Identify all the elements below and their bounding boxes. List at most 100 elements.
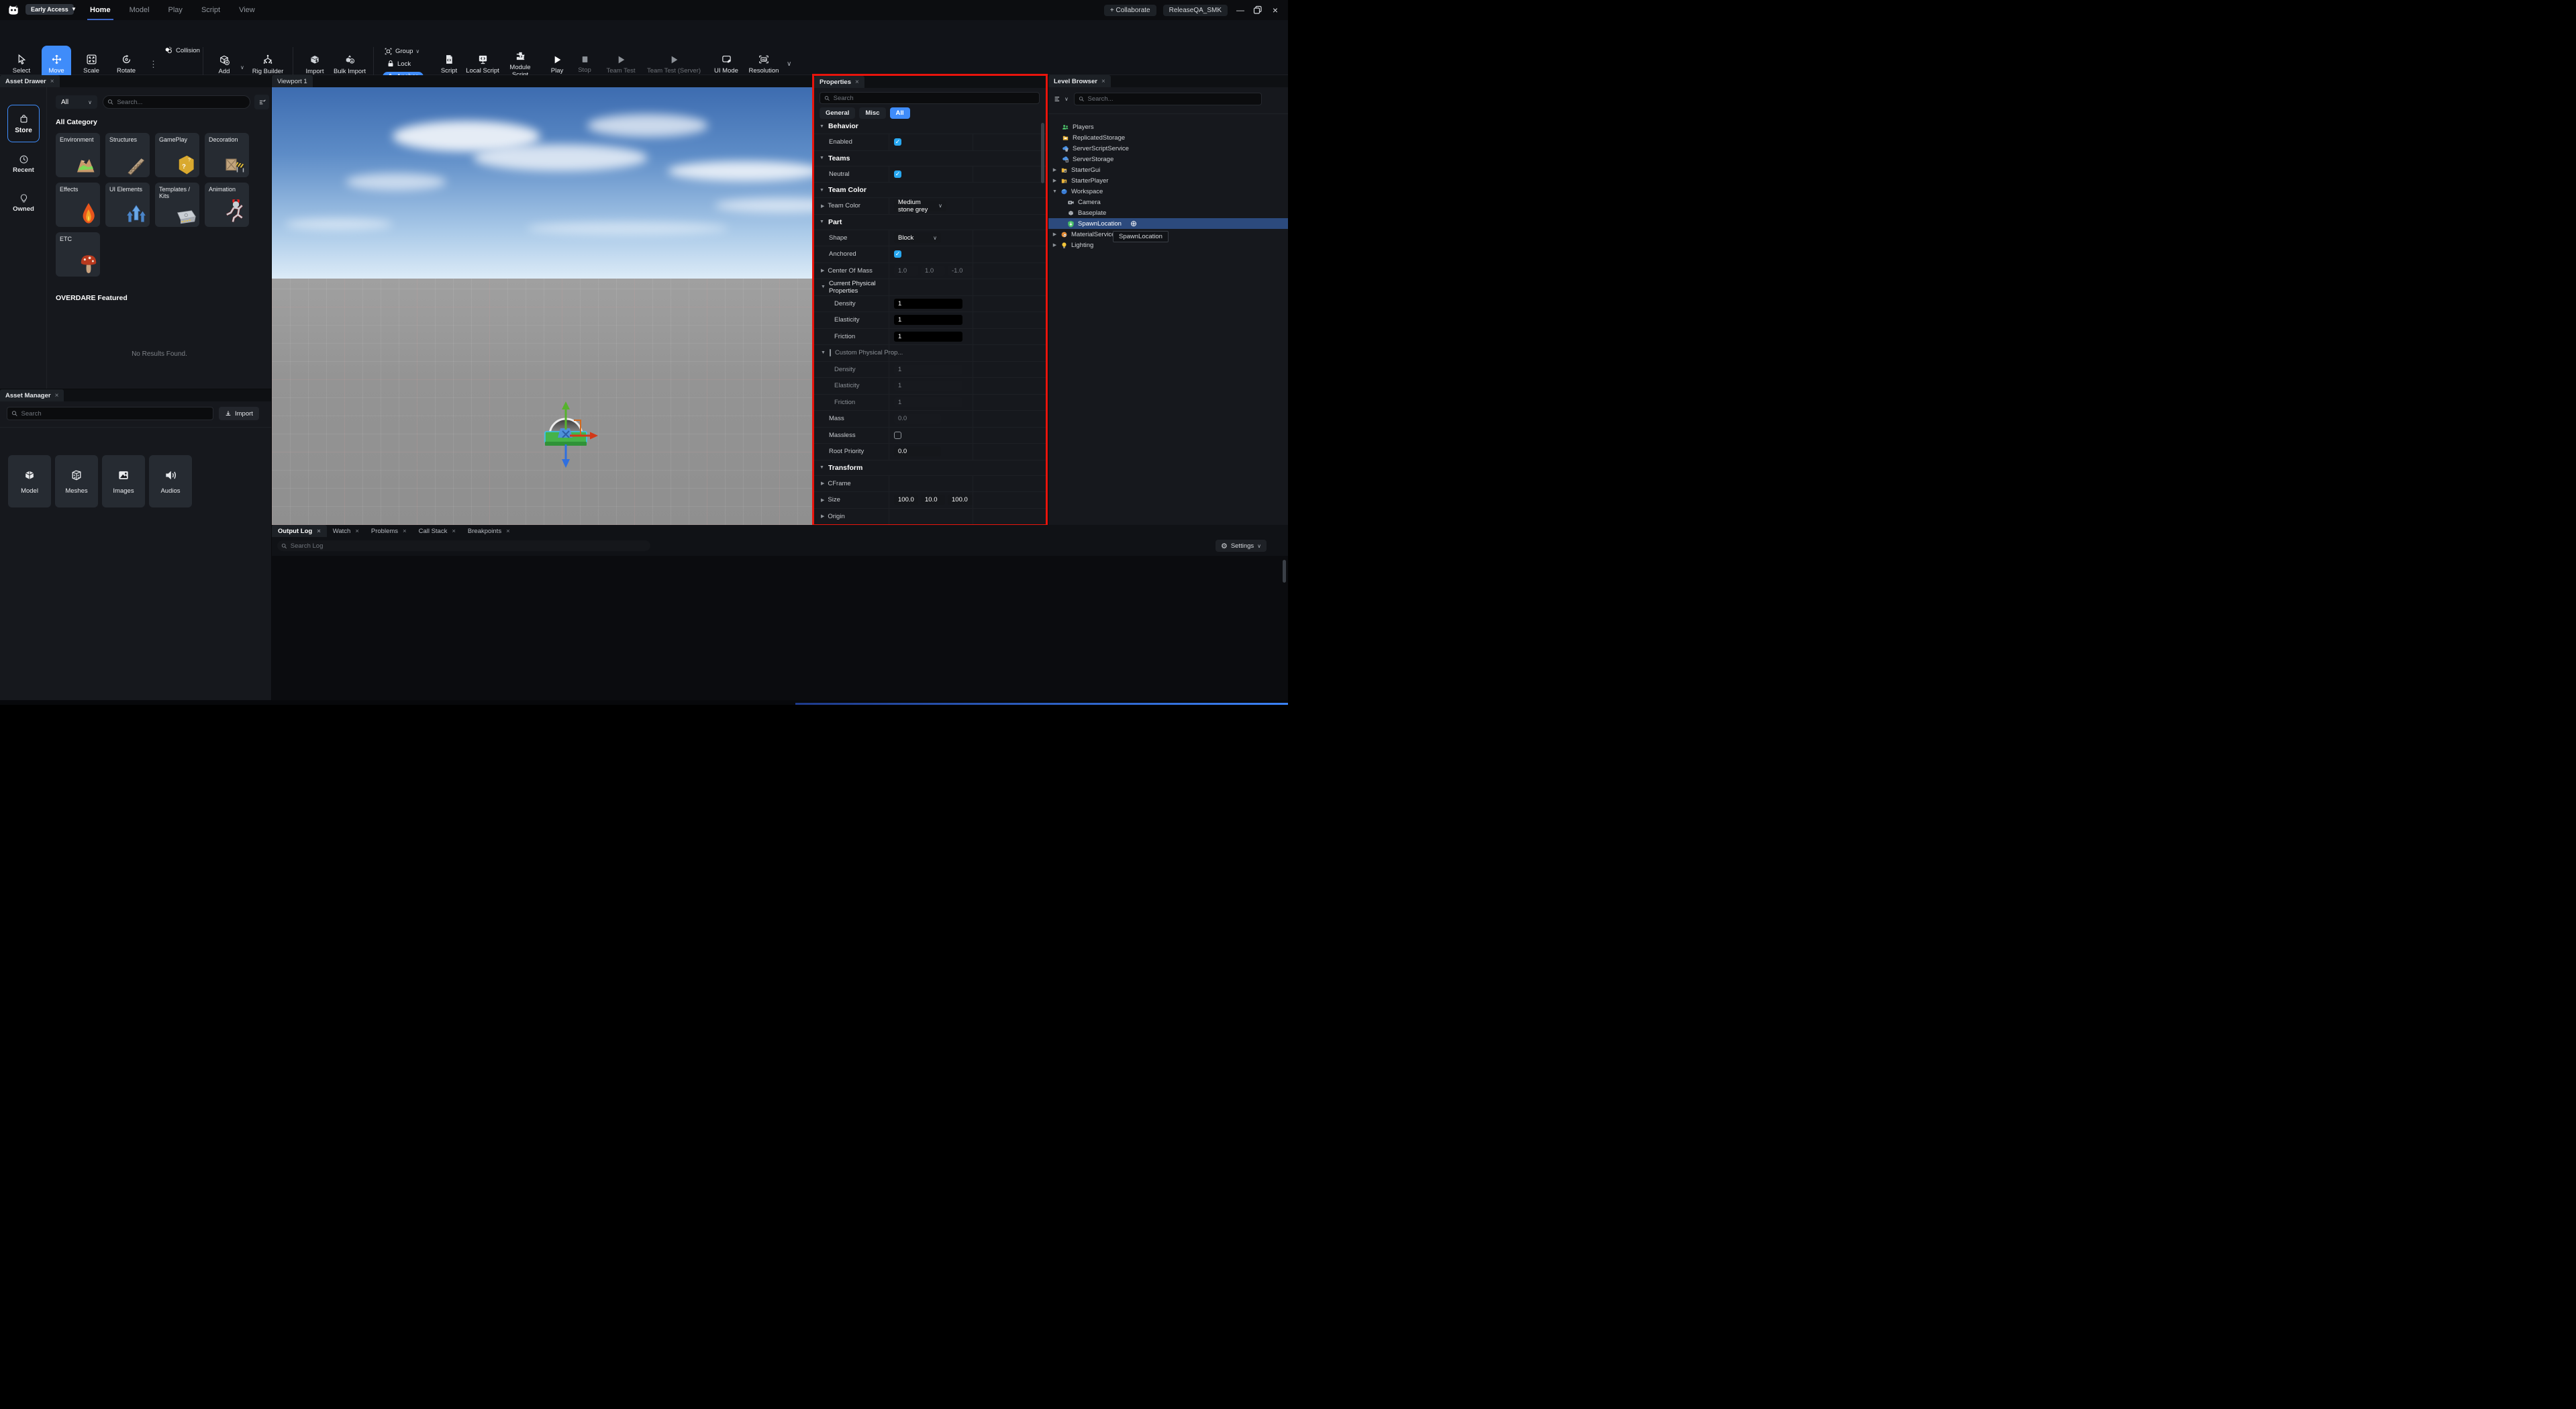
properties-tab[interactable]: Properties× (814, 76, 864, 88)
group-button[interactable]: Group∨ (384, 47, 419, 56)
asset-manager-search[interactable] (7, 407, 213, 420)
com-y-input[interactable] (921, 266, 945, 276)
section-team-color[interactable]: ▼Team Color (814, 183, 1046, 198)
tree-item-replicatedstorage[interactable]: ReplicatedStorage (1048, 132, 1288, 143)
size-y-input[interactable] (921, 495, 945, 505)
section-behavior[interactable]: ▼Behavior (814, 119, 1046, 134)
asset-manager-search-input[interactable] (21, 410, 209, 418)
com-z-input[interactable] (948, 266, 973, 276)
log-search-input[interactable] (291, 542, 646, 550)
close-icon[interactable]: × (50, 78, 54, 85)
asset-drawer-tab[interactable]: Asset Drawer× (0, 75, 60, 87)
size-z-input[interactable] (948, 495, 973, 505)
elasticity-input[interactable] (894, 315, 962, 325)
properties-search[interactable] (820, 92, 1040, 104)
tree-item-workspace[interactable]: ▼ Workspace (1048, 186, 1288, 197)
rail-item-recent[interactable]: Recent (7, 154, 40, 174)
close-icon[interactable]: × (317, 528, 321, 535)
anchored-checkbox[interactable]: ✓ (894, 250, 901, 258)
tree-filter-button[interactable]: ∨ (1054, 95, 1069, 103)
tab-general[interactable]: General (820, 107, 855, 119)
asset-manager-tile-images[interactable]: Images (102, 455, 145, 507)
section-transform[interactable]: ▼Transform (814, 460, 1046, 476)
tree-item-serverscriptservice[interactable]: ServerScriptService (1048, 143, 1288, 154)
rail-item-owned[interactable]: Owned (7, 193, 40, 213)
close-icon[interactable]: × (403, 528, 407, 535)
menu-script[interactable]: Script (201, 0, 220, 20)
collision-toggle[interactable]: Collision (164, 46, 200, 55)
log-search[interactable] (277, 540, 650, 551)
com-x-input[interactable] (894, 266, 918, 276)
tree-item-players[interactable]: Players (1048, 122, 1288, 132)
log-settings-button[interactable]: ⚙ Settings ∨ (1216, 540, 1267, 552)
root-priority-input[interactable] (894, 446, 941, 456)
tab-all[interactable]: All (890, 107, 910, 119)
asset-manager-tile-meshes[interactable]: Meshes (55, 455, 98, 507)
menu-play[interactable]: Play (168, 0, 183, 20)
asset-search[interactable] (103, 95, 250, 109)
viewport-tab[interactable]: Viewport 1 (272, 75, 313, 87)
badge-dropdown-icon[interactable]: ▼ (71, 6, 77, 12)
asset-manager-tile-audios[interactable]: Audios (149, 455, 192, 507)
category-tile-templates-kits[interactable]: Templates / Kits (155, 183, 199, 227)
category-filter-select[interactable]: All∨ (56, 95, 97, 109)
category-tile-gameplay[interactable]: GamePlay ?? (155, 133, 199, 177)
restore-button[interactable] (1253, 5, 1262, 15)
rail-item-store[interactable]: Store (7, 105, 40, 142)
custom-friction-input[interactable] (894, 397, 962, 407)
close-button[interactable]: × (1269, 5, 1281, 15)
resolution-dropdown-icon[interactable]: ∨ (787, 60, 791, 68)
level-browser-tab[interactable]: Level Browser× (1048, 75, 1111, 87)
tab-call-stack[interactable]: Call Stack× (413, 525, 462, 537)
log-scrollbar[interactable] (1283, 560, 1286, 583)
enabled-checkbox[interactable]: ✓ (894, 138, 901, 146)
tree-item-starterplayer[interactable]: ▶ StarterPlayer (1048, 175, 1288, 186)
friction-input[interactable] (894, 332, 962, 342)
custom-elasticity-input[interactable] (894, 381, 962, 391)
category-tile-ui-elements[interactable]: UI Elements (105, 183, 150, 227)
tab-watch[interactable]: Watch× (327, 525, 365, 537)
neutral-checkbox[interactable]: ✓ (894, 171, 901, 178)
tree-item-startergui[interactable]: ▶ StarterGui (1048, 164, 1288, 175)
collaborate-button[interactable]: + Collaborate (1104, 5, 1156, 16)
menu-model[interactable]: Model (130, 0, 150, 20)
add-child-icon[interactable]: ⊕ (1130, 219, 1137, 228)
tree-item-camera[interactable]: Camera (1048, 197, 1288, 207)
add-dropdown-icon[interactable]: ∨ (240, 64, 244, 70)
tab-problems[interactable]: Problems× (365, 525, 413, 537)
close-icon[interactable]: × (55, 392, 59, 399)
tab-breakpoints[interactable]: Breakpoints× (462, 525, 516, 537)
category-tile-etc[interactable]: ETC (56, 232, 100, 277)
shape-dropdown[interactable]: Block∨ (894, 232, 941, 243)
tree-item-serverstorage[interactable]: ServerStorage (1048, 154, 1288, 164)
minimize-button[interactable]: — (1234, 5, 1246, 15)
menu-view[interactable]: View (239, 0, 255, 20)
subsection-custom-physical[interactable]: ▼Custom Physical Prop... (814, 345, 1046, 362)
viewport-3d-scene[interactable] (272, 87, 813, 525)
close-icon[interactable]: × (452, 528, 456, 535)
close-icon[interactable]: × (506, 528, 510, 535)
custom-density-input[interactable] (894, 365, 962, 375)
section-teams[interactable]: ▼Teams (814, 151, 1046, 166)
massless-checkbox[interactable] (894, 432, 901, 439)
tab-output-log[interactable]: Output Log× (272, 525, 327, 537)
menu-home[interactable]: Home (90, 0, 111, 20)
category-tile-environment[interactable]: Environment (56, 133, 100, 177)
team-color-dropdown[interactable]: Medium stone grey∨ (894, 201, 946, 211)
close-icon[interactable]: × (355, 528, 359, 535)
mass-input[interactable] (894, 414, 941, 424)
asset-manager-tab[interactable]: Asset Manager× (0, 389, 64, 401)
section-part[interactable]: ▼Part (814, 215, 1046, 230)
lock-button[interactable]: Lock (387, 60, 411, 68)
subsection-current-physical[interactable]: ▼Current Physical Properties (814, 279, 1046, 296)
filter-button[interactable] (254, 95, 269, 109)
asset-manager-tile-model[interactable]: Model (8, 455, 51, 507)
density-input[interactable] (894, 299, 962, 309)
category-tile-decoration[interactable]: Decoration (205, 133, 249, 177)
tree-item-baseplate[interactable]: Baseplate (1048, 207, 1288, 218)
category-tile-structures[interactable]: Structures (105, 133, 150, 177)
asset-search-input[interactable] (117, 99, 246, 106)
asset-import-button[interactable]: Import (219, 407, 259, 420)
size-x-input[interactable] (894, 495, 918, 505)
tab-misc[interactable]: Misc (859, 107, 885, 119)
